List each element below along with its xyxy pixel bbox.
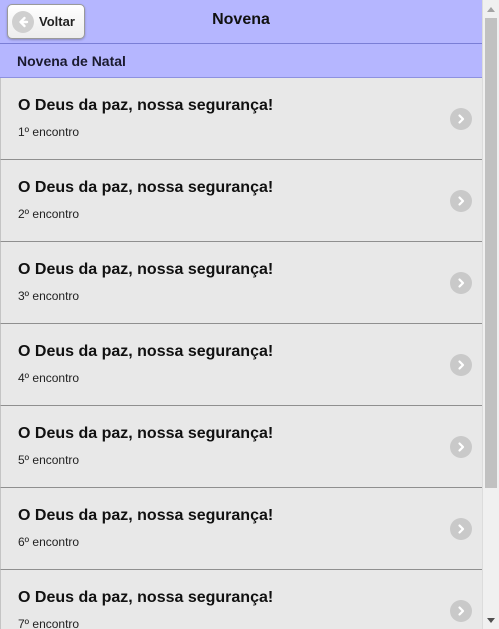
list-item-title: O Deus da paz, nossa segurança! bbox=[18, 261, 274, 278]
chevron-right-icon bbox=[450, 272, 472, 294]
app-viewport: Voltar Novena Novena de Natal O Deus da … bbox=[0, 0, 482, 629]
list-item-title: O Deus da paz, nossa segurança! bbox=[18, 97, 274, 114]
page-title: Novena bbox=[212, 11, 270, 28]
list-item[interactable]: O Deus da paz, nossa segurança! 3º encon… bbox=[0, 242, 482, 324]
list-item-title: O Deus da paz, nossa segurança! bbox=[18, 589, 274, 606]
list-item-title: O Deus da paz, nossa segurança! bbox=[18, 425, 274, 442]
scroll-up-arrow-icon[interactable] bbox=[483, 0, 499, 17]
list-item-title: O Deus da paz, nossa segurança! bbox=[18, 179, 274, 196]
encounter-list: O Deus da paz, nossa segurança! 1º encon… bbox=[0, 78, 482, 629]
scrollbar-thumb[interactable] bbox=[485, 18, 497, 488]
vertical-scrollbar[interactable] bbox=[482, 0, 499, 629]
list-item-title: O Deus da paz, nossa segurança! bbox=[18, 343, 274, 360]
header-bar: Voltar Novena bbox=[0, 0, 482, 44]
list-divider-label: Novena de Natal bbox=[17, 52, 126, 69]
list-item[interactable]: O Deus da paz, nossa segurança! 5º encon… bbox=[0, 406, 482, 488]
chevron-right-icon bbox=[450, 600, 472, 622]
list-item[interactable]: O Deus da paz, nossa segurança! 6º encon… bbox=[0, 488, 482, 570]
list-item-subtitle: 3º encontro bbox=[18, 289, 80, 303]
list-item-subtitle: 2º encontro bbox=[18, 207, 80, 221]
list-item[interactable]: O Deus da paz, nossa segurança! 1º encon… bbox=[0, 78, 482, 160]
list-item-subtitle: 5º encontro bbox=[18, 453, 80, 467]
list-item-subtitle: 4º encontro bbox=[18, 371, 80, 385]
chevron-right-icon bbox=[450, 190, 472, 212]
list-item[interactable]: O Deus da paz, nossa segurança! 2º encon… bbox=[0, 160, 482, 242]
chevron-right-icon bbox=[450, 108, 472, 130]
list-item[interactable]: O Deus da paz, nossa segurança! 7º encon… bbox=[0, 570, 482, 629]
list-item-subtitle: 6º encontro bbox=[18, 535, 80, 549]
scroll-down-arrow-icon[interactable] bbox=[483, 612, 499, 629]
chevron-right-icon bbox=[450, 354, 472, 376]
list-item-title: O Deus da paz, nossa segurança! bbox=[18, 507, 274, 524]
list-item[interactable]: O Deus da paz, nossa segurança! 4º encon… bbox=[0, 324, 482, 406]
list-item-subtitle: 7º encontro bbox=[18, 617, 80, 629]
list-divider: Novena de Natal bbox=[0, 44, 482, 78]
chevron-right-icon bbox=[450, 436, 472, 458]
list-item-subtitle: 1º encontro bbox=[18, 125, 80, 139]
chevron-right-icon bbox=[450, 518, 472, 540]
